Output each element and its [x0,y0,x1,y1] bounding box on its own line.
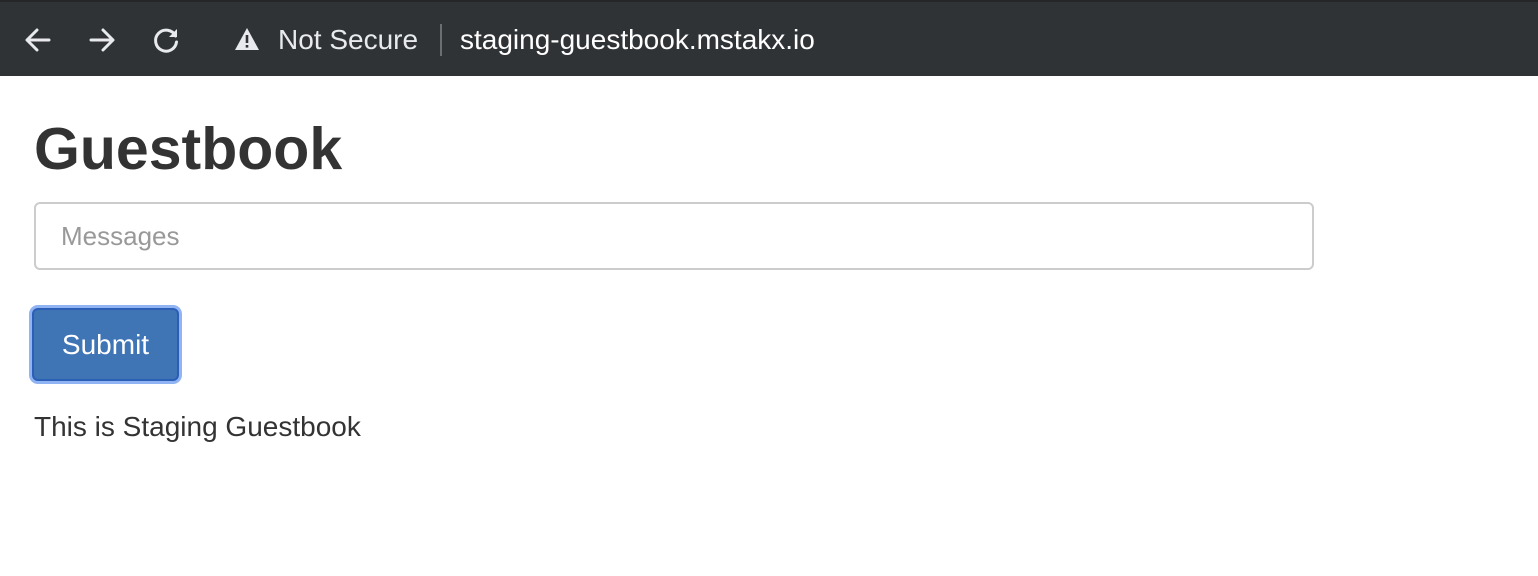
back-arrow-icon [25,28,51,52]
page-title: Guestbook [34,116,343,182]
submit-button[interactable]: Submit [32,308,179,381]
reload-button[interactable] [146,20,186,60]
warning-triangle-icon[interactable] [234,27,260,51]
browser-toolbar: Not Secure staging-guestbook.mstakx.io [0,0,1538,76]
omnibox-divider [440,24,442,56]
reload-icon [154,28,178,53]
url-text[interactable]: staging-guestbook.mstakx.io [460,24,815,56]
environment-text: This is Staging Guestbook [34,411,361,442]
back-button[interactable] [18,20,58,60]
security-status-label[interactable]: Not Secure [278,24,418,56]
forward-arrow-icon [89,28,115,52]
message-input[interactable] [34,202,1314,270]
forward-button[interactable] [82,20,122,60]
address-bar[interactable]: Not Secure staging-guestbook.mstakx.io [212,8,1538,70]
